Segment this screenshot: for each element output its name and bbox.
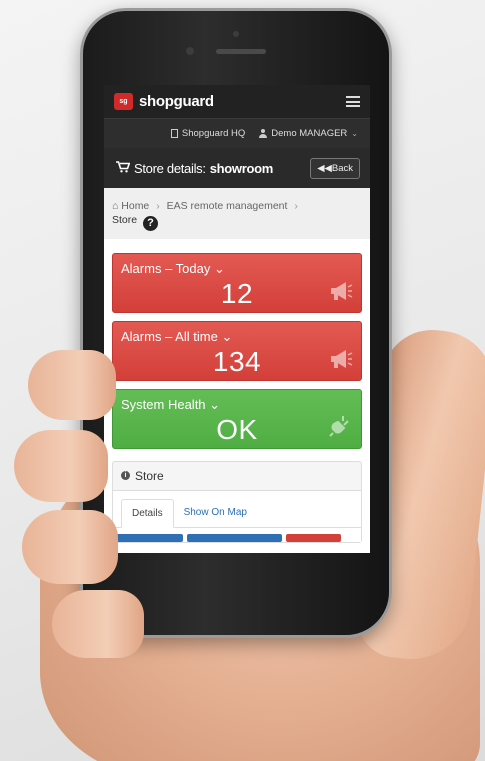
alarms-all-time-tile[interactable]: Alarms – All time ⌄ 134	[112, 320, 362, 381]
logo-mark-icon: sg	[114, 93, 133, 110]
user-icon	[259, 129, 268, 138]
phone-screen: sg shopguard Shopguard HQ Demo MANAGER ⌄…	[104, 85, 370, 553]
breadcrumb-section[interactable]: EAS remote management	[167, 200, 288, 212]
phone-device: sg shopguard Shopguard HQ Demo MANAGER ⌄…	[80, 8, 392, 638]
back-arrow-icon: ◀◀	[317, 162, 332, 174]
chevron-down-icon: ⌄	[351, 129, 358, 138]
location-link[interactable]: Shopguard HQ	[170, 128, 246, 139]
store-panel: i Store Details Show On Map	[112, 460, 362, 543]
user-menu[interactable]: Demo MANAGER ⌄	[259, 128, 358, 139]
chevron-down-icon: ⌄	[213, 260, 225, 276]
cart-icon	[116, 160, 131, 176]
store-panel-header: i Store	[113, 462, 361, 491]
brand-logo[interactable]: sg shopguard	[114, 93, 214, 110]
tile-value: 12	[220, 277, 254, 309]
breadcrumb-separator: ›	[294, 200, 298, 212]
store-tabs: Details Show On Map	[113, 490, 361, 528]
page-title: Store details: showroom	[116, 161, 273, 176]
hand-finger	[52, 590, 144, 658]
building-icon	[170, 129, 178, 138]
page-title-prefix: Store details:	[134, 160, 206, 176]
top-navbar: sg shopguard	[104, 85, 370, 118]
hand-finger	[28, 350, 116, 420]
megaphone-icon	[329, 281, 353, 306]
back-button[interactable]: ◀◀Back	[310, 157, 360, 179]
tile-label: System Health ⌄	[121, 396, 221, 412]
hand-finger	[14, 430, 108, 502]
breadcrumb-separator: ›	[156, 200, 160, 212]
tab-show-on-map[interactable]: Show On Map	[174, 499, 257, 527]
phone-speaker	[216, 49, 266, 54]
alarms-today-tile[interactable]: Alarms – Today ⌄ 12	[112, 252, 362, 313]
tile-value: 134	[212, 345, 262, 377]
system-health-tile[interactable]: System Health ⌄ OK	[112, 388, 362, 449]
megaphone-icon	[329, 349, 353, 374]
info-icon: i	[121, 471, 130, 480]
partially-visible-buttons	[113, 527, 361, 542]
phone-sensor	[233, 31, 239, 37]
breadcrumb-home[interactable]: Home	[121, 200, 149, 212]
user-name: Demo MANAGER	[271, 128, 348, 139]
page-title-store: showroom	[209, 160, 274, 176]
chevron-down-icon: ⌄	[209, 396, 221, 412]
chevron-down-icon: ⌄	[221, 328, 233, 344]
hamburger-menu-icon[interactable]	[346, 96, 360, 107]
breadcrumb-current: Store	[112, 214, 138, 226]
cut-off-button[interactable]	[187, 533, 282, 542]
tile-label: Alarms – All time ⌄	[121, 328, 233, 344]
tab-details[interactable]: Details	[121, 498, 174, 528]
brand-name: shopguard	[139, 93, 214, 110]
phone-camera	[186, 47, 194, 55]
sub-navbar: Shopguard HQ Demo MANAGER ⌄	[104, 118, 370, 148]
cut-off-button[interactable]	[286, 533, 341, 542]
store-panel-title: Store	[135, 468, 164, 483]
help-icon[interactable]: ?	[143, 215, 159, 231]
home-icon: ⌂	[112, 200, 119, 212]
breadcrumb: ⌂ Home › EAS remote management › Store ?	[104, 188, 370, 239]
cut-off-button[interactable]	[113, 533, 183, 542]
tile-value: OK	[216, 413, 258, 445]
tile-label: Alarms – Today ⌄	[121, 260, 225, 276]
location-label: Shopguard HQ	[181, 128, 246, 139]
page-header: Store details: showroom ◀◀Back	[104, 148, 370, 188]
plug-icon	[329, 413, 353, 442]
hand-finger	[22, 510, 118, 584]
back-label: Back	[331, 162, 353, 174]
